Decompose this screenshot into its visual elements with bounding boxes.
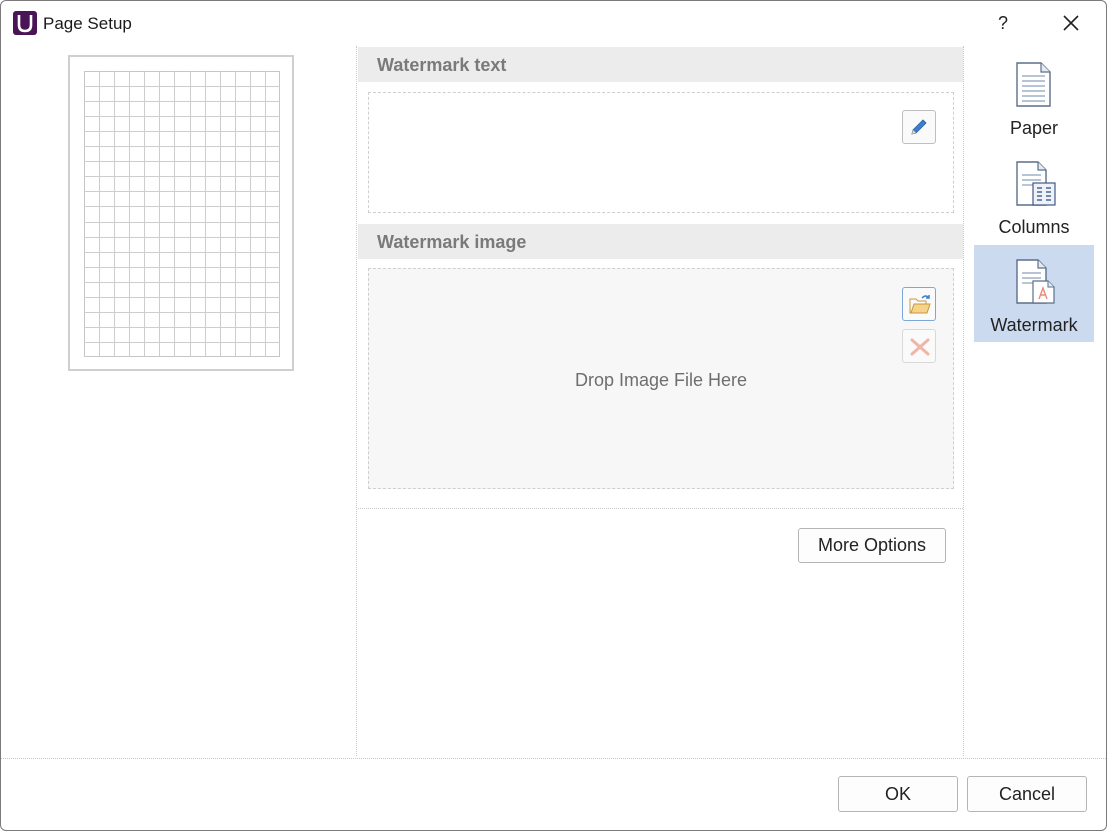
cancel-button[interactable]: Cancel (967, 776, 1087, 812)
nav-label-watermark: Watermark (990, 315, 1078, 335)
help-button[interactable]: ? (991, 11, 1015, 35)
title-bar: Page Setup ? (1, 1, 1106, 45)
edit-watermark-text-button[interactable] (902, 110, 936, 144)
page-preview (68, 55, 294, 371)
watermark-text-area[interactable] (368, 92, 954, 213)
page-grid-preview (84, 71, 280, 357)
watermark-image-dropzone[interactable]: Drop Image File Here (368, 268, 954, 489)
more-options-button[interactable]: More Options (798, 528, 946, 563)
watermark-settings-panel: Watermark text Watermark image Drop Imag… (356, 46, 964, 756)
watermark-text-header: Watermark text (358, 47, 963, 82)
drop-image-hint: Drop Image File Here (574, 370, 748, 390)
watermark-image-header: Watermark image (358, 224, 963, 259)
remove-image-button[interactable] (902, 329, 936, 363)
options-divider (358, 508, 963, 509)
columns-icon (1016, 161, 1056, 206)
page-setup-dialog: Page Setup ? Watermark text Watermark im… (0, 0, 1107, 831)
close-button[interactable] (1059, 11, 1083, 35)
pencil-icon (911, 119, 927, 135)
nav-label-paper: Paper (1009, 118, 1059, 138)
close-icon (1063, 15, 1079, 31)
nav-item-watermark[interactable]: Watermark (974, 245, 1094, 342)
dialog-title: Page Setup (43, 14, 132, 33)
nav-label-columns: Columns (998, 217, 1070, 237)
footer-divider (1, 758, 1106, 759)
watermark-icon (1016, 259, 1055, 304)
delete-icon (910, 338, 930, 356)
ok-button[interactable]: OK (838, 776, 958, 812)
paper-icon (1016, 62, 1051, 107)
open-folder-icon (909, 295, 931, 314)
nav-item-paper[interactable]: Paper (974, 48, 1094, 145)
open-image-button[interactable] (902, 287, 936, 321)
app-logo-icon (13, 11, 37, 35)
nav-item-columns[interactable]: Columns (974, 147, 1094, 244)
